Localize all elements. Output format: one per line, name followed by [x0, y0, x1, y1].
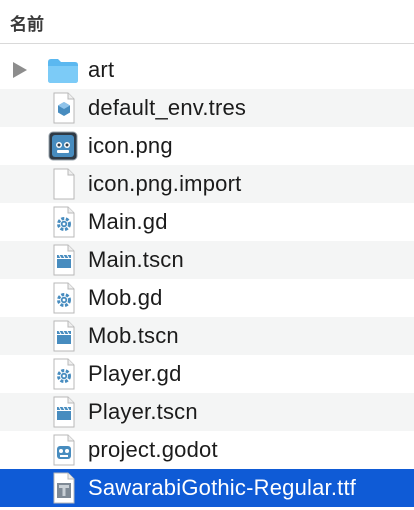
godot-scene-icon: [53, 244, 75, 276]
godot-project-icon: [53, 434, 75, 466]
file-name: art: [88, 57, 115, 82]
list-item-mob-gd[interactable]: Mob.gd: [0, 279, 414, 317]
list-item-mob-tscn[interactable]: Mob.tscn: [0, 317, 414, 355]
font-file-icon: [53, 472, 75, 504]
file-name: Main.gd: [88, 209, 168, 234]
file-name: Mob.tscn: [88, 323, 179, 348]
godot-resource-icon: [53, 92, 75, 124]
godot-scene-icon: [53, 396, 75, 428]
list-item-default-env[interactable]: default_env.tres: [0, 89, 414, 127]
gdscript-gear-icon: [53, 358, 75, 390]
file-name: default_env.tres: [88, 95, 247, 120]
file-list: art default_env.tres icon.png icon.png.i…: [0, 51, 414, 507]
file-name: Mob.gd: [88, 285, 163, 310]
list-item-art[interactable]: art: [0, 51, 414, 89]
godot-scene-icon: [53, 320, 75, 352]
list-item-project-godot[interactable]: project.godot: [0, 431, 414, 469]
list-item-player-gd[interactable]: Player.gd: [0, 355, 414, 393]
list-item-main-gd[interactable]: Main.gd: [0, 203, 414, 241]
list-header: 名前: [0, 0, 414, 44]
list-item-main-tscn[interactable]: Main.tscn: [0, 241, 414, 279]
folder-icon: [48, 59, 78, 83]
gdscript-gear-icon: [53, 282, 75, 314]
file-name: Player.tscn: [88, 399, 198, 424]
file-name: Main.tscn: [88, 247, 184, 272]
list-item-icon-png[interactable]: icon.png: [0, 127, 414, 165]
file-name: SawarabiGothic-Regular.ttf: [88, 475, 357, 500]
list-item-player-tscn[interactable]: Player.tscn: [0, 393, 414, 431]
file-name: icon.png: [88, 133, 173, 158]
list-item-icon-png-import[interactable]: icon.png.import: [0, 165, 414, 203]
file-name: icon.png.import: [88, 171, 242, 196]
list-item-sawarabi-font[interactable]: SawarabiGothic-Regular.ttf: [0, 469, 414, 507]
file-name: project.godot: [88, 437, 218, 462]
godot-image-icon: [48, 131, 78, 161]
disclosure-triangle-icon[interactable]: [13, 62, 27, 78]
gdscript-gear-icon: [53, 206, 75, 238]
name-column-header[interactable]: 名前: [10, 10, 44, 35]
blank-document-icon: [53, 168, 75, 200]
file-name: Player.gd: [88, 361, 182, 386]
